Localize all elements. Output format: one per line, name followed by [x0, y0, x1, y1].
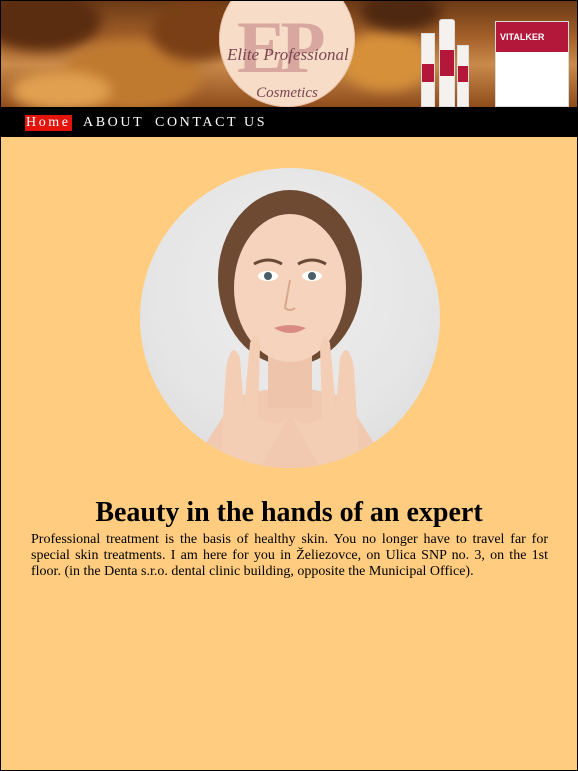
product-box: VITALKER [495, 21, 569, 107]
product-image: VITALKER [419, 9, 569, 107]
page-headline: Beauty in the hands of an expert [95, 497, 483, 528]
nav-item-contact-us[interactable]: CONTACT US [155, 115, 267, 131]
main-nav: Home ABOUT CONTACT US [1, 107, 577, 137]
product-vial [457, 45, 469, 107]
logo-text-line2: Cosmetics [256, 85, 318, 101]
product-spray-bottle [439, 19, 455, 107]
page: EP Elite Professional Cosmetics VITALKER… [0, 0, 578, 771]
nav-item-about[interactable]: ABOUT [83, 115, 144, 131]
woman-portrait-illustration [190, 190, 390, 468]
banner-leaf-blur [11, 71, 111, 107]
hero-image [140, 168, 440, 468]
intro-paragraph: Professional treatment is the basis of h… [31, 532, 548, 579]
product-bottle [421, 33, 435, 107]
product-brand-label: VITALKER [500, 32, 545, 42]
banner-leaf-blur [1, 1, 101, 51]
logo-text-line1: Elite Professional [227, 45, 349, 64]
nav-item-home[interactable]: Home [25, 115, 72, 131]
header-banner: EP Elite Professional Cosmetics VITALKER [1, 1, 577, 107]
